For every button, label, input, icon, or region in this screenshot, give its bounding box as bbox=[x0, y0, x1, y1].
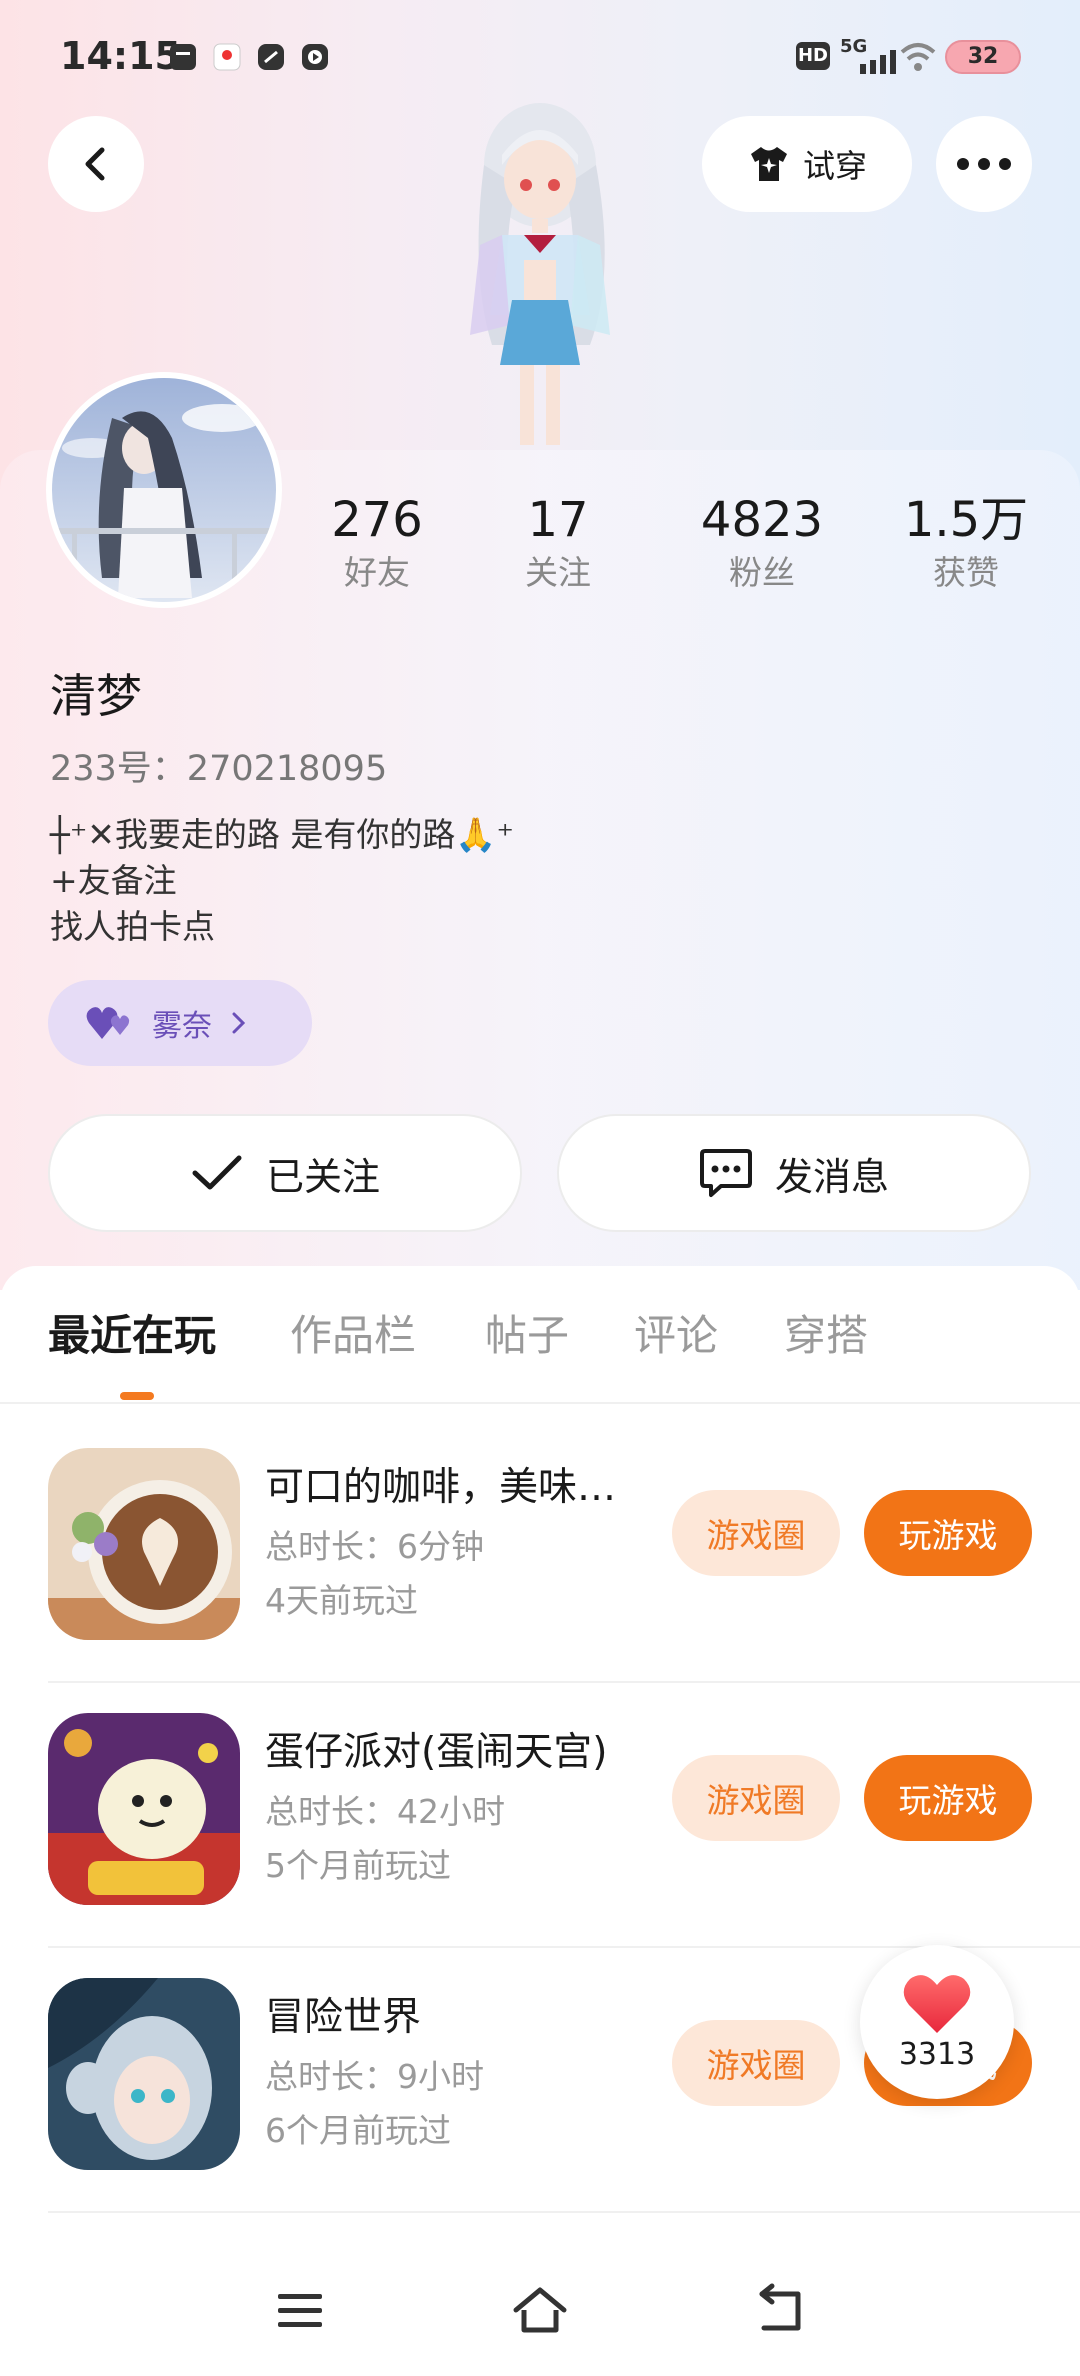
status-time: 14:15 bbox=[60, 34, 181, 78]
stat-label: 好友 bbox=[344, 553, 410, 592]
menu-icon[interactable] bbox=[270, 2280, 330, 2340]
avatar-image bbox=[52, 378, 276, 602]
stat-value: 276 bbox=[331, 492, 423, 548]
stat-fans[interactable]: 4823 粉丝 bbox=[682, 492, 842, 598]
check-icon bbox=[192, 1155, 242, 1190]
tab-divider bbox=[0, 1402, 1080, 1404]
try-on-button[interactable]: 试穿 bbox=[702, 116, 912, 212]
game-duration: 总时长：42小时 bbox=[265, 1792, 505, 1831]
like-float-button[interactable]: 3313 bbox=[860, 1945, 1014, 2099]
more-button[interactable] bbox=[936, 116, 1032, 212]
tab-recently-played[interactable]: 最近在玩 bbox=[48, 1302, 216, 1363]
wifi-icon bbox=[900, 43, 936, 71]
chevron-right-icon bbox=[232, 1012, 246, 1034]
game-row[interactable]: 可口的咖啡，美味… 总时长：6分钟 4天前玩过 游戏圈 玩游戏 bbox=[0, 1418, 1080, 1683]
game-title: 蛋仔派对(蛋闹天宫) bbox=[265, 1730, 608, 1775]
game-circle-button[interactable]: 游戏圈 bbox=[672, 1755, 840, 1841]
message-label: 发消息 bbox=[774, 1154, 889, 1199]
stat-value: 17 bbox=[527, 492, 589, 548]
game-title: 冒险世界 bbox=[265, 1995, 422, 2040]
like-count: 3313 bbox=[898, 2036, 976, 2072]
game-last-played: 5个月前玩过 bbox=[265, 1846, 451, 1885]
system-nav-bar bbox=[0, 2250, 1080, 2376]
game-title: 可口的咖啡，美味… bbox=[265, 1465, 617, 1510]
home-icon[interactable] bbox=[510, 2280, 570, 2340]
notification-app-icon bbox=[170, 44, 196, 70]
back-button[interactable] bbox=[48, 116, 144, 212]
game-circle-button[interactable]: 游戏圈 bbox=[672, 2020, 840, 2106]
followed-button[interactable]: 已关注 bbox=[48, 1114, 522, 1232]
bio-line: ┼⁺✕我要走的路 是有你的路🙏⁺ bbox=[50, 815, 514, 854]
avatar-3d-figure[interactable] bbox=[420, 95, 660, 455]
back-nav-icon[interactable] bbox=[750, 2280, 810, 2340]
user-name: 清梦 bbox=[50, 669, 142, 723]
chat-bubble-icon bbox=[699, 1149, 752, 1197]
tab-comments[interactable]: 评论 bbox=[634, 1302, 718, 1363]
row-divider bbox=[48, 2211, 1080, 2213]
stat-label: 粉丝 bbox=[729, 553, 795, 592]
tab-works[interactable]: 作品栏 bbox=[290, 1302, 416, 1363]
more-dots-icon bbox=[957, 158, 1011, 170]
active-tab-indicator bbox=[120, 1392, 154, 1400]
game-duration: 总时长：6分钟 bbox=[265, 1527, 484, 1566]
game-duration: 总时长：9小时 bbox=[265, 2057, 484, 2096]
adventure-world-game-icon bbox=[48, 1978, 240, 2170]
tag-label: 雾奈 bbox=[152, 1009, 212, 1044]
followed-label: 已关注 bbox=[265, 1154, 380, 1199]
stat-value: 4823 bbox=[700, 492, 824, 548]
double-heart-icon bbox=[86, 1007, 130, 1039]
notification-map-icon bbox=[213, 43, 241, 71]
stat-friends[interactable]: 276 好友 bbox=[297, 492, 457, 598]
game-circle-button[interactable]: 游戏圈 bbox=[672, 1490, 840, 1576]
relationship-tag[interactable]: 雾奈 bbox=[48, 980, 312, 1066]
game-last-played: 4天前玩过 bbox=[265, 1581, 418, 1620]
notification-play-icon bbox=[302, 44, 328, 70]
bio-line: 找人拍卡点 bbox=[50, 907, 215, 946]
stat-label: 获赞 bbox=[933, 553, 999, 592]
message-button[interactable]: 发消息 bbox=[557, 1114, 1031, 1232]
try-on-label: 试穿 bbox=[802, 147, 867, 185]
stat-label: 关注 bbox=[525, 553, 591, 592]
coffee-game-icon bbox=[48, 1448, 240, 1640]
play-game-button[interactable]: 玩游戏 bbox=[864, 1490, 1032, 1576]
user-id[interactable]: 233号：270218095 bbox=[50, 740, 387, 791]
bio-line: +友备注 bbox=[50, 861, 177, 900]
tshirt-icon bbox=[750, 147, 787, 181]
heart-icon bbox=[903, 1974, 971, 2033]
stat-following[interactable]: 17 关注 bbox=[478, 492, 638, 598]
signal-icon bbox=[860, 50, 896, 74]
battery-indicator: 32 bbox=[945, 40, 1021, 74]
avatar[interactable] bbox=[46, 372, 282, 608]
stat-value: 1.5万 bbox=[903, 492, 1029, 548]
tab-posts[interactable]: 帖子 bbox=[485, 1302, 569, 1363]
stat-likes[interactable]: 1.5万 获赞 bbox=[886, 492, 1046, 598]
hd-badge: HD bbox=[796, 42, 830, 70]
tab-outfits[interactable]: 穿搭 bbox=[784, 1302, 868, 1363]
notification-link-icon bbox=[258, 44, 284, 70]
chevron-left-icon bbox=[85, 147, 105, 181]
eggy-party-game-icon bbox=[48, 1713, 240, 1905]
user-bio: ┼⁺✕我要走的路 是有你的路🙏⁺ +友备注 找人拍卡点 bbox=[50, 812, 514, 950]
play-game-button[interactable]: 玩游戏 bbox=[864, 1755, 1032, 1841]
game-row[interactable]: 蛋仔派对(蛋闹天宫) 总时长：42小时 5个月前玩过 游戏圈 玩游戏 bbox=[0, 1683, 1080, 1948]
game-last-played: 6个月前玩过 bbox=[265, 2111, 451, 2150]
